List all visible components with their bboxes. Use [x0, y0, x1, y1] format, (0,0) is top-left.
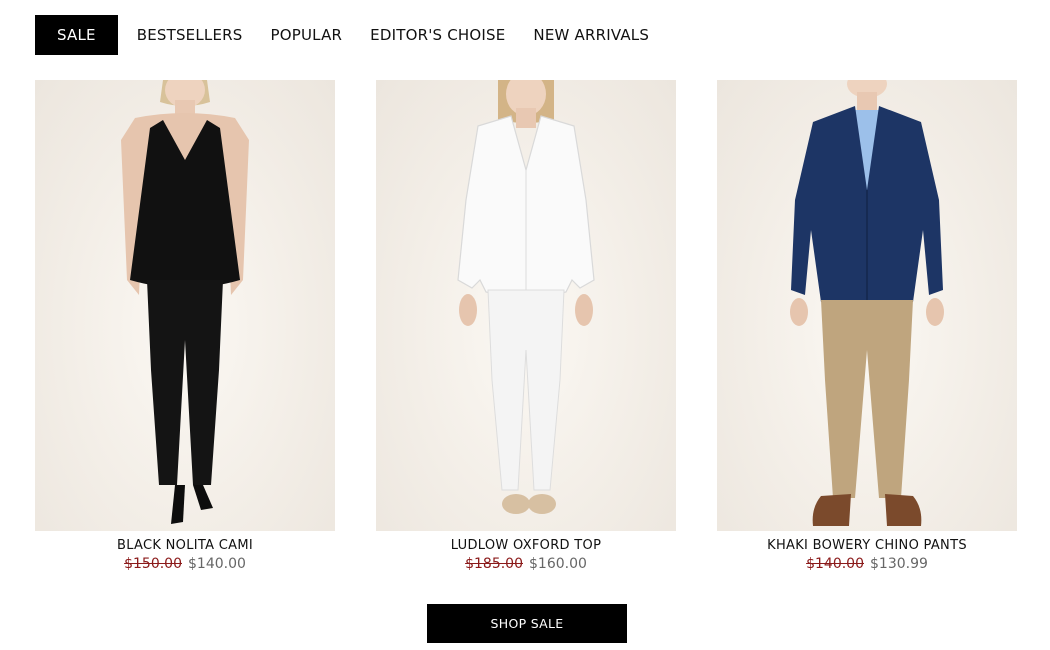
product-image[interactable]: [717, 80, 1017, 531]
product-prices: $140.00 $130.99: [717, 556, 1017, 572]
sale-price: $160.00: [529, 556, 587, 572]
product-card[interactable]: BLACK NOLITA CAMI $150.00 $140.00: [35, 80, 335, 572]
product-name[interactable]: KHAKI BOWERY CHINO PANTS: [717, 538, 1017, 553]
product-grid: BLACK NOLITA CAMI $150.00 $140.00 LUDLOW…: [35, 80, 1017, 572]
original-price: $185.00: [465, 556, 523, 572]
tab-popular[interactable]: POPULAR: [257, 15, 357, 55]
tab-editors-choise[interactable]: EDITOR'S CHOISE: [356, 15, 519, 55]
model-black-cami-illustration: [121, 80, 249, 524]
product-image[interactable]: [35, 80, 335, 531]
product-prices: $150.00 $140.00: [35, 556, 335, 572]
tab-bestsellers[interactable]: BESTSELLERS: [123, 15, 257, 55]
shop-sale-button[interactable]: SHOP SALE: [427, 604, 627, 643]
original-price: $140.00: [806, 556, 864, 572]
category-tabs: SALE BESTSELLERS POPULAR EDITOR'S CHOISE…: [35, 15, 663, 55]
product-name[interactable]: BLACK NOLITA CAMI: [35, 538, 335, 553]
original-price: $150.00: [124, 556, 182, 572]
model-white-oxford-illustration: [457, 80, 595, 514]
model-khaki-chino-illustration: [790, 80, 944, 526]
product-prices: $185.00 $160.00: [376, 556, 676, 572]
sale-price: $140.00: [188, 556, 246, 572]
product-name[interactable]: LUDLOW OXFORD TOP: [376, 538, 676, 553]
tab-sale[interactable]: SALE: [35, 15, 118, 55]
product-card[interactable]: KHAKI BOWERY CHINO PANTS $140.00 $130.99: [717, 80, 1017, 572]
product-card[interactable]: LUDLOW OXFORD TOP $185.00 $160.00: [376, 80, 676, 572]
tab-new-arrivals[interactable]: NEW ARRIVALS: [519, 15, 663, 55]
product-image[interactable]: [376, 80, 676, 531]
sale-price: $130.99: [870, 556, 928, 572]
